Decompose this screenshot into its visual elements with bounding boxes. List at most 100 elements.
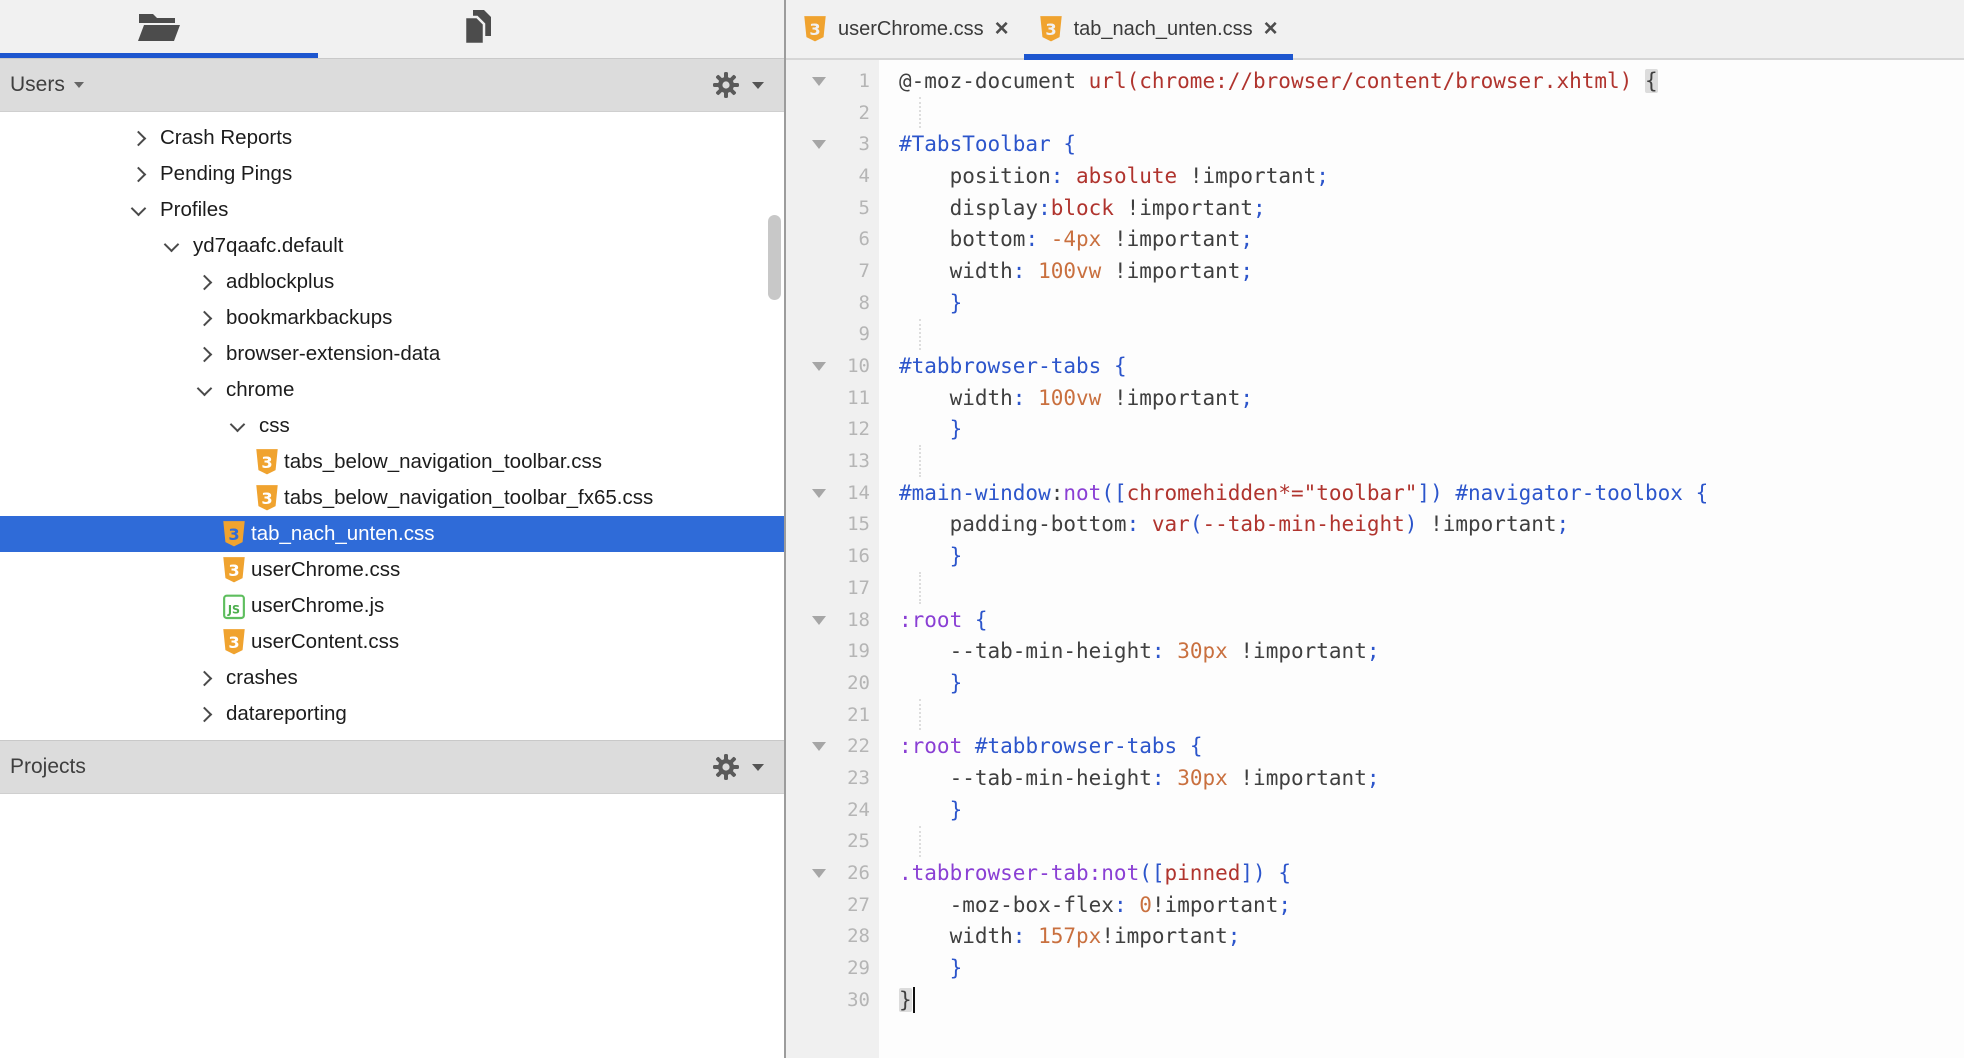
close-icon[interactable]: × (995, 17, 1009, 41)
projects-section-label: Projects (10, 755, 86, 779)
code-line-4[interactable]: 4 position: absolute !important; (786, 160, 1964, 192)
gutter: 15 (786, 509, 879, 541)
tree-folder-adblockplus[interactable]: adblockplus (0, 264, 784, 300)
line-number: 25 (847, 830, 870, 852)
fold-arrow-icon[interactable] (812, 869, 826, 878)
users-dropdown[interactable]: Users (10, 73, 84, 97)
tree-folder-bookmarkbackups[interactable]: bookmarkbackups (0, 300, 784, 336)
fold-arrow-icon[interactable] (812, 489, 826, 498)
code-line-21[interactable]: 21 (786, 699, 1964, 731)
gutter: 23 (786, 762, 879, 794)
code-line-13[interactable]: 13 (786, 445, 1964, 477)
line-number: 5 (859, 197, 870, 219)
tree-file-usercontent-css[interactable]: 3userContent.css (0, 624, 784, 660)
chevron-down-icon[interactable] (752, 82, 764, 89)
code-text: display:block !important; (879, 192, 1266, 224)
tree-file-tab-nach-unten-css[interactable]: 3tab_nach_unten.css (0, 516, 784, 552)
tree-folder-yd7qaafc-default[interactable]: yd7qaafc.default (0, 228, 784, 264)
code-line-6[interactable]: 6 bottom: -4px !important; (786, 223, 1964, 255)
editor-tab-label: userChrome.css (838, 18, 984, 41)
code-text: #main-window:not([chromehidden*="toolbar… (879, 477, 1708, 509)
code-line-8[interactable]: 8 } (786, 287, 1964, 319)
chevron-down-icon (197, 380, 213, 396)
line-number: 19 (847, 640, 870, 662)
code-line-17[interactable]: 17 (786, 572, 1964, 604)
sidebar-tabbar (0, 0, 784, 58)
chevron-right-icon (197, 706, 213, 722)
code-text (879, 699, 899, 731)
fold-arrow-icon[interactable] (812, 742, 826, 751)
tree-folder-pending-pings[interactable]: Pending Pings (0, 156, 784, 192)
gutter: 25 (786, 826, 879, 858)
code-line-2[interactable]: 2 (786, 97, 1964, 129)
code-line-25[interactable]: 25 (786, 826, 1964, 858)
chevron-right-icon (197, 310, 213, 326)
code-line-9[interactable]: 9 (786, 319, 1964, 351)
tree-file-tabs-below-navigation-toolbar-fx65-css[interactable]: 3tabs_below_navigation_toolbar_fx65.css (0, 480, 784, 516)
editor-tab-userchrome-css[interactable]: 3 userChrome.css × (788, 0, 1024, 58)
tree-folder-crashes[interactable]: crashes (0, 660, 784, 696)
fold-arrow-icon[interactable] (812, 616, 826, 625)
sidebar-scrollbar-thumb[interactable] (768, 215, 781, 300)
line-number: 26 (847, 862, 870, 884)
tree-folder-browser-extension-data[interactable]: browser-extension-data (0, 336, 784, 372)
tree-file-tabs-below-navigation-toolbar-css[interactable]: 3tabs_below_navigation_toolbar.css (0, 444, 784, 480)
tree-item-label: tab_nach_unten.css (251, 522, 435, 546)
tree-folder-chrome[interactable]: chrome (0, 372, 784, 408)
gear-icon[interactable] (712, 71, 740, 99)
css-file-icon: 3 (255, 484, 279, 512)
tree-folder-profiles[interactable]: Profiles (0, 192, 784, 228)
gutter: 1 (786, 65, 879, 97)
chevron-down-icon[interactable] (752, 764, 764, 771)
tree-item-label: tabs_below_navigation_toolbar.css (284, 450, 602, 474)
tree-file-userchrome-js[interactable]: JSuserChrome.js (0, 588, 784, 624)
code-line-19[interactable]: 19 --tab-min-height: 30px !important; (786, 635, 1964, 667)
code-text: padding-bottom: var(--tab-min-height) !i… (879, 509, 1569, 541)
code-line-20[interactable]: 20 } (786, 667, 1964, 699)
users-section-label: Users (10, 73, 65, 97)
fold-arrow-icon[interactable] (812, 77, 826, 86)
code-line-16[interactable]: 16 } (786, 540, 1964, 572)
code-editor[interactable]: 1@-moz-document url(chrome://browser/con… (786, 60, 1964, 1058)
code-line-3[interactable]: 3#TabsToolbar { (786, 128, 1964, 160)
tree-folder-crash-reports[interactable]: Crash Reports (0, 120, 784, 156)
line-number: 9 (859, 323, 870, 345)
line-number: 29 (847, 957, 870, 979)
line-number: 11 (847, 387, 870, 409)
close-icon[interactable]: × (1264, 17, 1278, 41)
svg-text:3: 3 (228, 633, 239, 652)
gear-icon[interactable] (712, 753, 740, 781)
tree-file-userchrome-css[interactable]: 3userChrome.css (0, 552, 784, 588)
line-number: 2 (859, 102, 870, 124)
code-line-28[interactable]: 28 width: 157px!important; (786, 921, 1964, 953)
code-line-1[interactable]: 1@-moz-document url(chrome://browser/con… (786, 65, 1964, 97)
code-line-22[interactable]: 22:root #tabbrowser-tabs { (786, 730, 1964, 762)
code-line-15[interactable]: 15 padding-bottom: var(--tab-min-height)… (786, 509, 1964, 541)
gutter: 17 (786, 572, 879, 604)
code-text: } (879, 794, 962, 826)
code-line-10[interactable]: 10#tabbrowser-tabs { (786, 350, 1964, 382)
code-line-12[interactable]: 12 } (786, 414, 1964, 446)
code-line-5[interactable]: 5 display:block !important; (786, 192, 1964, 224)
sidebar-tab-files[interactable] (318, 0, 636, 58)
line-number: 1 (859, 70, 870, 92)
fold-arrow-icon[interactable] (812, 140, 826, 149)
code-line-11[interactable]: 11 width: 100vw !important; (786, 382, 1964, 414)
code-line-29[interactable]: 29 } (786, 952, 1964, 984)
sidebar-tab-folders[interactable] (0, 0, 318, 58)
code-line-26[interactable]: 26.tabbrowser-tab:not([pinned]) { (786, 857, 1964, 889)
code-line-23[interactable]: 23 --tab-min-height: 30px !important; (786, 762, 1964, 794)
code-line-14[interactable]: 14#main-window:not([chromehidden*="toolb… (786, 477, 1964, 509)
chevron-down-icon (230, 416, 246, 432)
active-sidebar-tab-underline (0, 53, 318, 58)
tree-item-label: bookmarkbackups (226, 306, 392, 330)
code-line-24[interactable]: 24 } (786, 794, 1964, 826)
code-line-18[interactable]: 18:root { (786, 604, 1964, 636)
code-line-30[interactable]: 30} (786, 984, 1964, 1016)
editor-tab-tab-nach-unten-css[interactable]: 3 tab_nach_unten.css × (1024, 0, 1293, 58)
code-line-27[interactable]: 27 -moz-box-flex: 0!important; (786, 889, 1964, 921)
tree-folder-css[interactable]: css (0, 408, 784, 444)
tree-folder-datareporting[interactable]: datareporting (0, 696, 784, 732)
code-line-7[interactable]: 7 width: 100vw !important; (786, 255, 1964, 287)
fold-arrow-icon[interactable] (812, 362, 826, 371)
